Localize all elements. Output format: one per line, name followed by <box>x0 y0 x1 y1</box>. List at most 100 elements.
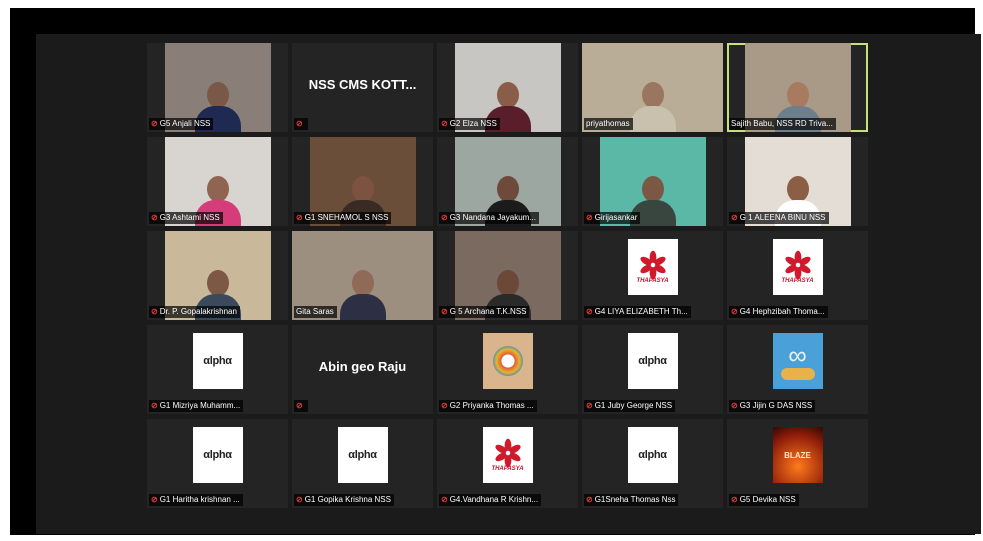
participant-name: Sajith Babu, NSS RD Triva... <box>731 119 833 128</box>
participant-tile[interactable]: ⊘ G 5 Archana T.K.NSS <box>437 231 578 320</box>
participant-tile[interactable]: ⊘ G1 SNEHAMOL S NSS <box>292 137 433 226</box>
participant-tile[interactable]: αlphα ⊘ G1 Juby George NSS <box>582 325 723 414</box>
mic-muted-icon: ⊘ <box>296 495 303 504</box>
participant-name: G 1 ALEENA BINU NSS <box>739 213 826 222</box>
participant-name-label: ⊘ G1 Gopika Krishna NSS <box>294 494 394 506</box>
participant-name-label: ⊘ Dr. P. Gopalakrishnan <box>149 306 240 318</box>
participant-name: G 5 Archana T.K.NSS <box>449 307 527 316</box>
participant-tile[interactable]: αlphα ⊘ G1Sneha Thomas Nss <box>582 419 723 508</box>
participant-name-label: ⊘ Girijasankar <box>584 212 641 224</box>
logo-text: THAPASYA <box>781 278 814 284</box>
blaze-logo: BLAZE <box>772 427 823 483</box>
participant-name: G4 LIYA ELIZABETH Th... <box>594 307 688 316</box>
mic-muted-icon: ⊘ <box>441 401 448 410</box>
participant-tile[interactable]: ⊘ G2 Priyanka Thomas ... <box>437 325 578 414</box>
participant-tile[interactable]: THAPASYA ⊘ G4.Vandhana R Krishn... <box>437 419 578 508</box>
thapasya-logo: THAPASYA <box>627 239 678 295</box>
participant-tile[interactable]: αlphα ⊘ G1 Mizriya Muhamm... <box>147 325 288 414</box>
participant-tile[interactable]: Abin geo Raju ⊘ <box>292 325 433 414</box>
logo-text: BLAZE <box>784 450 811 460</box>
participant-name: G1 Mizriya Muhamm... <box>159 401 241 410</box>
alpha-logo: αlphα <box>627 427 678 483</box>
participant-name-label: ⊘ G1 SNEHAMOL S NSS <box>294 212 392 224</box>
participant-name: G3 Nandana Jayakum... <box>449 213 536 222</box>
participant-name-label: ⊘ G4 LIYA ELIZABETH Th... <box>584 306 691 318</box>
participant-name: priyathomas <box>586 119 630 128</box>
mic-muted-icon: ⊘ <box>296 401 303 410</box>
participant-name: G1 SNEHAMOL S NSS <box>304 213 389 222</box>
participant-name: G5 Devika NSS <box>739 495 796 504</box>
mic-muted-icon: ⊘ <box>441 213 448 222</box>
participant-name: G1 Juby George NSS <box>594 401 673 410</box>
participant-display-name: Abin geo Raju <box>318 359 407 374</box>
logo-text: αlphα <box>348 449 377 461</box>
participant-tile[interactable]: αlphα ⊘ G1 Haritha krishnan ... <box>147 419 288 508</box>
participant-tile[interactable]: THAPASYA ⊘ G4 Hephzibah Thoma... <box>727 231 868 320</box>
mic-muted-icon: ⊘ <box>731 401 738 410</box>
participant-tile[interactable]: NSS CMS KOTT... ⊘ <box>292 43 433 132</box>
participant-name: G2 Elza NSS <box>449 119 497 128</box>
participant-tile[interactable]: ⊘ Girijasankar <box>582 137 723 226</box>
hands-logo-image <box>482 333 533 389</box>
alpha-logo: αlphα <box>192 333 243 389</box>
mic-muted-icon: ⊘ <box>586 213 593 222</box>
thapasya-logo: THAPASYA <box>772 239 823 295</box>
mic-muted-icon: ⊘ <box>441 495 448 504</box>
participant-name-label: priyathomas <box>584 118 633 130</box>
alpha-logo: αlphα <box>337 427 388 483</box>
participant-tile[interactable]: ⊘ G3 Nandana Jayakum... <box>437 137 578 226</box>
participant-name-label: ⊘ <box>294 118 308 130</box>
participant-tile[interactable]: Gita Saras <box>292 231 433 320</box>
participant-tile[interactable]: THAPASYA ⊘ G4 LIYA ELIZABETH Th... <box>582 231 723 320</box>
participant-silhouette <box>339 270 386 320</box>
participant-name: G4.Vandhana R Krishn... <box>449 495 539 504</box>
participant-tile[interactable]: BLAZE ⊘ G5 Devika NSS <box>727 419 868 508</box>
participant-tile[interactable]: priyathomas <box>582 43 723 132</box>
participant-tile[interactable]: ⊘ G5 Anjali NSS <box>147 43 288 132</box>
participant-name-label: ⊘ G 1 ALEENA BINU NSS <box>729 212 829 224</box>
participant-name-label: ⊘ G1 Juby George NSS <box>584 400 676 412</box>
participant-name-label: ⊘ <box>294 400 308 412</box>
mic-muted-icon: ⊘ <box>151 213 158 222</box>
participant-grid: ⊘ G5 Anjali NSS NSS CMS KOTT... ⊘ ⊘ G2 Elza N… <box>147 43 871 513</box>
participant-name-label: Gita Saras <box>294 306 337 318</box>
alpha-logo: αlphα <box>192 427 243 483</box>
mic-muted-icon: ⊘ <box>296 119 303 128</box>
participant-name-label: ⊘ G4.Vandhana R Krishn... <box>439 494 542 506</box>
logo-text: THAPASYA <box>491 466 524 472</box>
thapasya-logo: THAPASYA <box>482 427 533 483</box>
mic-muted-icon: ⊘ <box>586 307 593 316</box>
participant-tile[interactable]: αlphα ⊘ G1 Gopika Krishna NSS <box>292 419 433 508</box>
participant-tile[interactable]: ∞ ⊘ G3 Jijin G DAS NSS <box>727 325 868 414</box>
participant-name: G3 Ashtami NSS <box>159 213 220 222</box>
participant-name-label: ⊘ G5 Devika NSS <box>729 494 799 506</box>
infinity-logo-image: ∞ <box>772 333 823 389</box>
participant-name-label: ⊘ G3 Nandana Jayakum... <box>439 212 539 224</box>
participant-name-label: ⊘ G1 Haritha krishnan ... <box>149 494 243 506</box>
logo-text: αlphα <box>638 449 667 461</box>
participant-name: Dr. P. Gopalakrishnan <box>159 307 237 316</box>
mic-muted-icon: ⊘ <box>151 307 158 316</box>
alpha-logo: αlphα <box>627 333 678 389</box>
participant-name: G3 Jijin G DAS NSS <box>739 401 813 410</box>
participant-name-label: ⊘ G2 Elza NSS <box>439 118 500 130</box>
participant-name: Girijasankar <box>594 213 638 222</box>
participant-name: G1Sneha Thomas Nss <box>594 495 676 504</box>
mic-muted-icon: ⊘ <box>731 213 738 222</box>
participant-tile[interactable]: ⊘ G3 Ashtami NSS <box>147 137 288 226</box>
logo-text: αlphα <box>638 355 667 367</box>
mic-muted-icon: ⊘ <box>731 307 738 316</box>
mic-muted-icon: ⊘ <box>731 495 738 504</box>
participant-name: G4 Hephzibah Thoma... <box>739 307 825 316</box>
participant-tile[interactable]: ⊘ G 1 ALEENA BINU NSS <box>727 137 868 226</box>
participant-name-label: ⊘ G3 Jijin G DAS NSS <box>729 400 816 412</box>
participant-tile[interactable]: ⊘ Dr. P. Gopalakrishnan <box>147 231 288 320</box>
logo-text: αlphα <box>203 449 232 461</box>
participant-name-label: ⊘ G4 Hephzibah Thoma... <box>729 306 828 318</box>
mic-muted-icon: ⊘ <box>151 495 158 504</box>
mic-muted-icon: ⊘ <box>586 495 593 504</box>
participant-name-label: Sajith Babu, NSS RD Triva... <box>729 118 836 130</box>
participant-tile[interactable]: Sajith Babu, NSS RD Triva... <box>727 43 868 132</box>
logo-text: THAPASYA <box>636 278 669 284</box>
participant-tile[interactable]: ⊘ G2 Elza NSS <box>437 43 578 132</box>
